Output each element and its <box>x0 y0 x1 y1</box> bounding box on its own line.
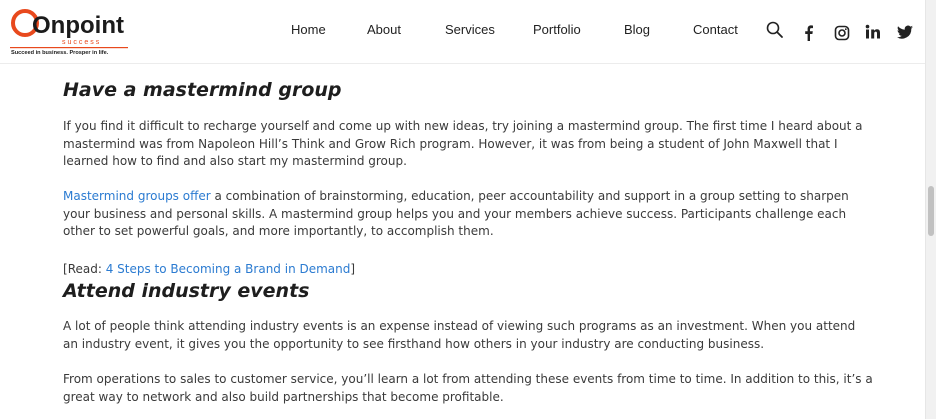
logo-brand: Onpoint <box>32 12 124 39</box>
heading-industry-events: Attend industry events <box>63 280 310 302</box>
logo-sub: success <box>62 39 101 46</box>
nav-portfolio[interactable]: Portfolio <box>533 22 581 37</box>
link-mastermind-groups-offer[interactable]: Mastermind groups offer <box>63 189 211 203</box>
linkedin-icon[interactable] <box>864 23 882 41</box>
nav-services[interactable]: Services <box>445 22 495 37</box>
read-label: Read: <box>67 262 106 276</box>
read-more-line: [Read: 4 Steps to Becoming a Brand in De… <box>63 261 873 279</box>
logo-tagline: Succeed in business. Prosper in life. <box>11 50 109 56</box>
logo[interactable]: Onpoint success Succeed in business. Pro… <box>10 6 130 56</box>
scrollbar[interactable] <box>925 0 936 419</box>
heading-mastermind: Have a mastermind group <box>63 79 342 101</box>
nav-home[interactable]: Home <box>291 22 326 37</box>
paragraph-mastermind-offer: Mastermind groups offer a combination of… <box>63 188 873 241</box>
scrollbar-thumb[interactable] <box>928 186 934 236</box>
site-header: Onpoint success Succeed in business. Pro… <box>0 0 926 64</box>
nav-contact[interactable]: Contact <box>693 22 738 37</box>
paragraph-mastermind-intro: If you find it difficult to recharge you… <box>63 119 863 168</box>
nav-about[interactable]: About <box>367 22 401 37</box>
logo-rule <box>10 47 128 49</box>
nav-blog[interactable]: Blog <box>624 22 650 37</box>
link-brand-in-demand[interactable]: 4 Steps to Becoming a Brand in Demand <box>106 262 351 276</box>
paragraph-networking: From operations to sales to customer ser… <box>63 372 873 404</box>
facebook-icon[interactable] <box>800 24 818 42</box>
bracket-close: ] <box>350 262 356 276</box>
instagram-icon[interactable] <box>833 24 851 42</box>
search-icon[interactable] <box>766 21 784 39</box>
twitter-icon[interactable] <box>896 23 914 41</box>
paragraph-industry-events: A lot of people think attending industry… <box>63 319 856 351</box>
